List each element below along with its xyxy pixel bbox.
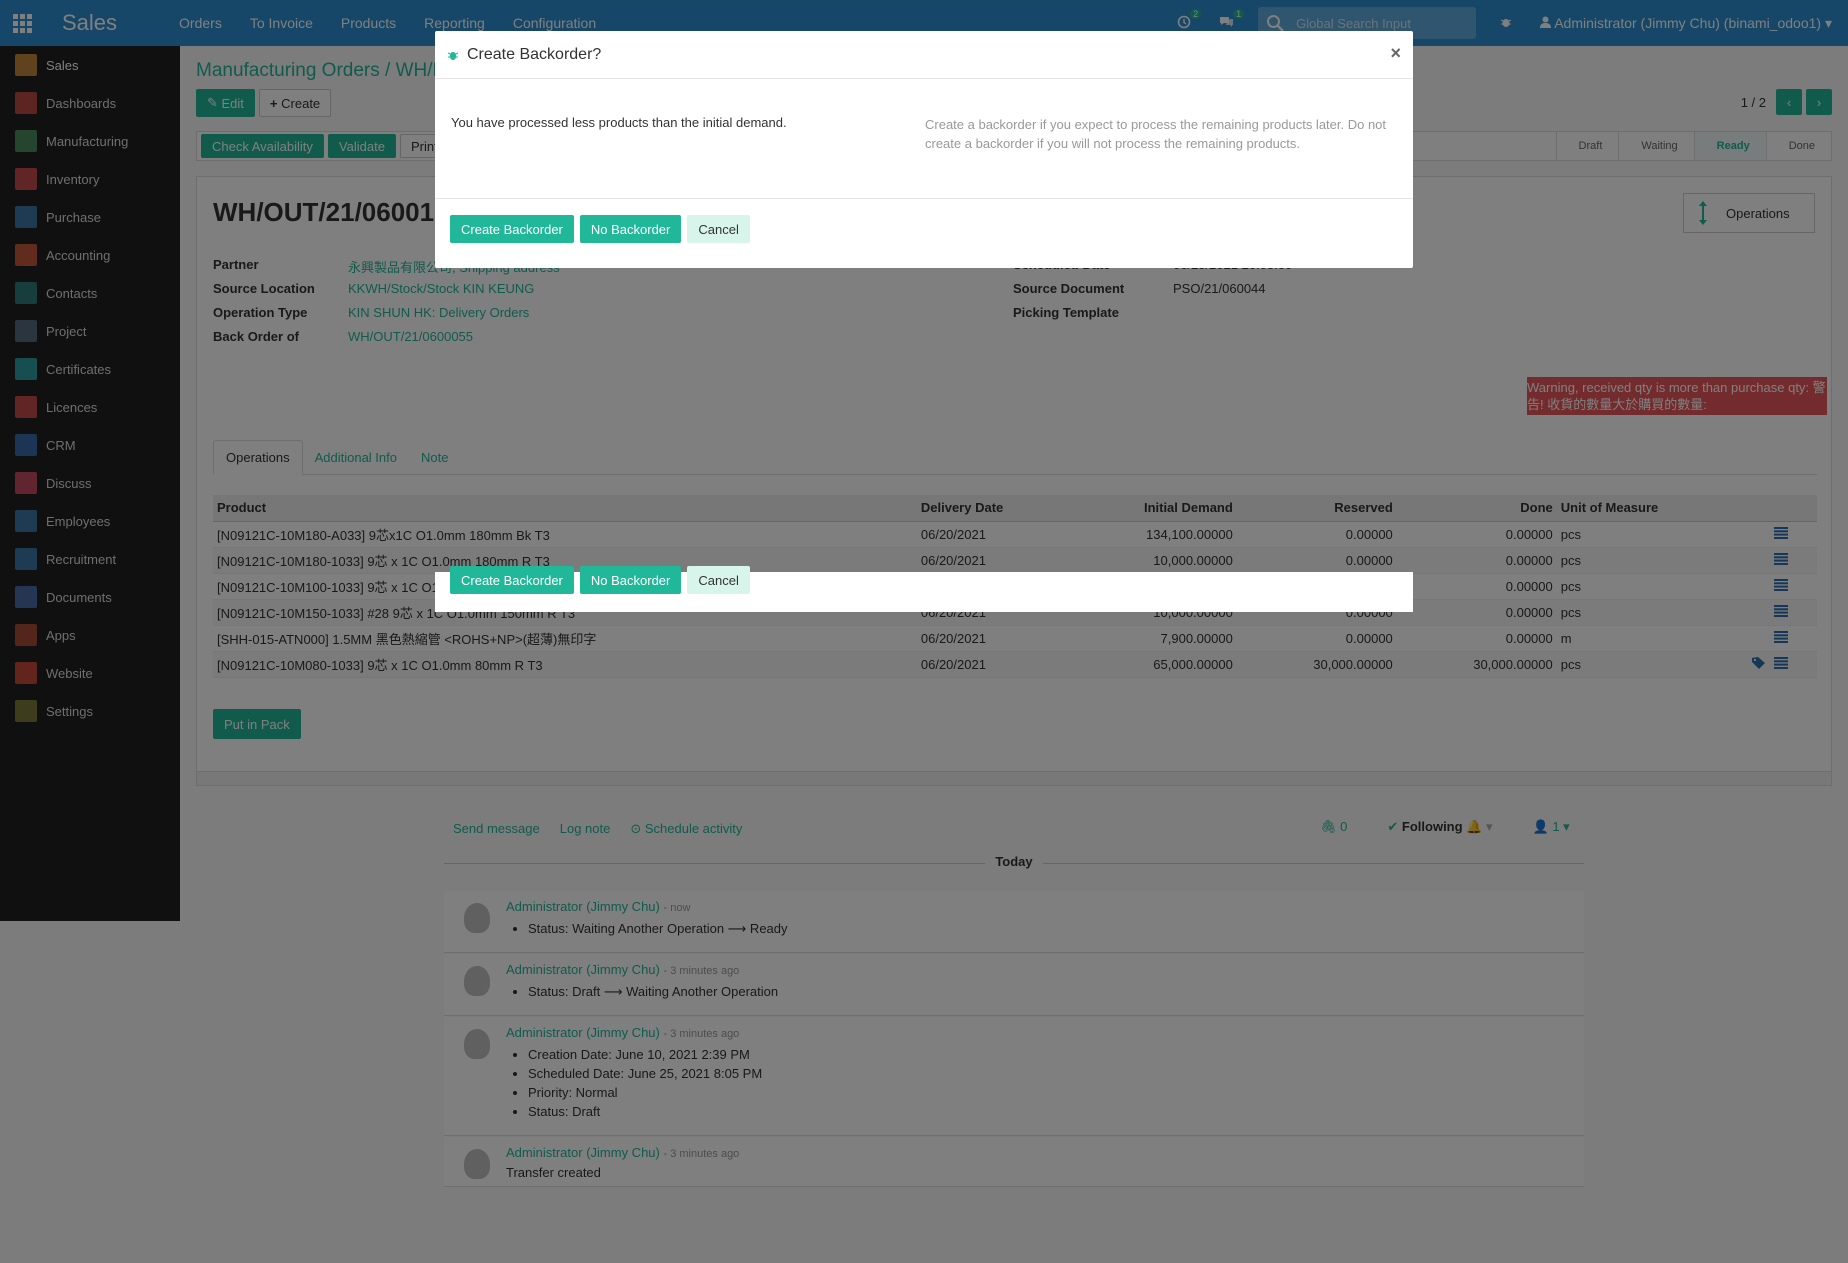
no-backorder-button[interactable]: No Backorder	[579, 215, 682, 243]
modal-message: You have processed less products than th…	[451, 115, 787, 130]
ghost-no-backorder-button: No Backorder	[579, 566, 682, 594]
create-backorder-dialog: Create Backorder? × You have processed l…	[435, 31, 1413, 268]
modal-title: Create Backorder?	[467, 45, 602, 63]
create-backorder-button[interactable]: Create Backorder	[450, 215, 574, 243]
ghost-create-backorder-button: Create Backorder	[450, 566, 574, 594]
modal-body: You have processed less products than th…	[435, 79, 1413, 199]
bug-icon	[447, 51, 459, 60]
modal-help-text: Create a backorder if you expect to proc…	[925, 117, 1387, 151]
ghost-cancel-button: Cancel	[687, 566, 750, 594]
modal-header: Create Backorder? ×	[435, 31, 1413, 79]
cancel-button[interactable]: Cancel	[687, 215, 750, 243]
close-icon[interactable]: ×	[1390, 43, 1401, 64]
modal-ghost-footer: Create Backorder No Backorder Cancel	[435, 566, 1413, 612]
modal-footer: Create Backorder No Backorder Cancel	[435, 199, 1413, 259]
